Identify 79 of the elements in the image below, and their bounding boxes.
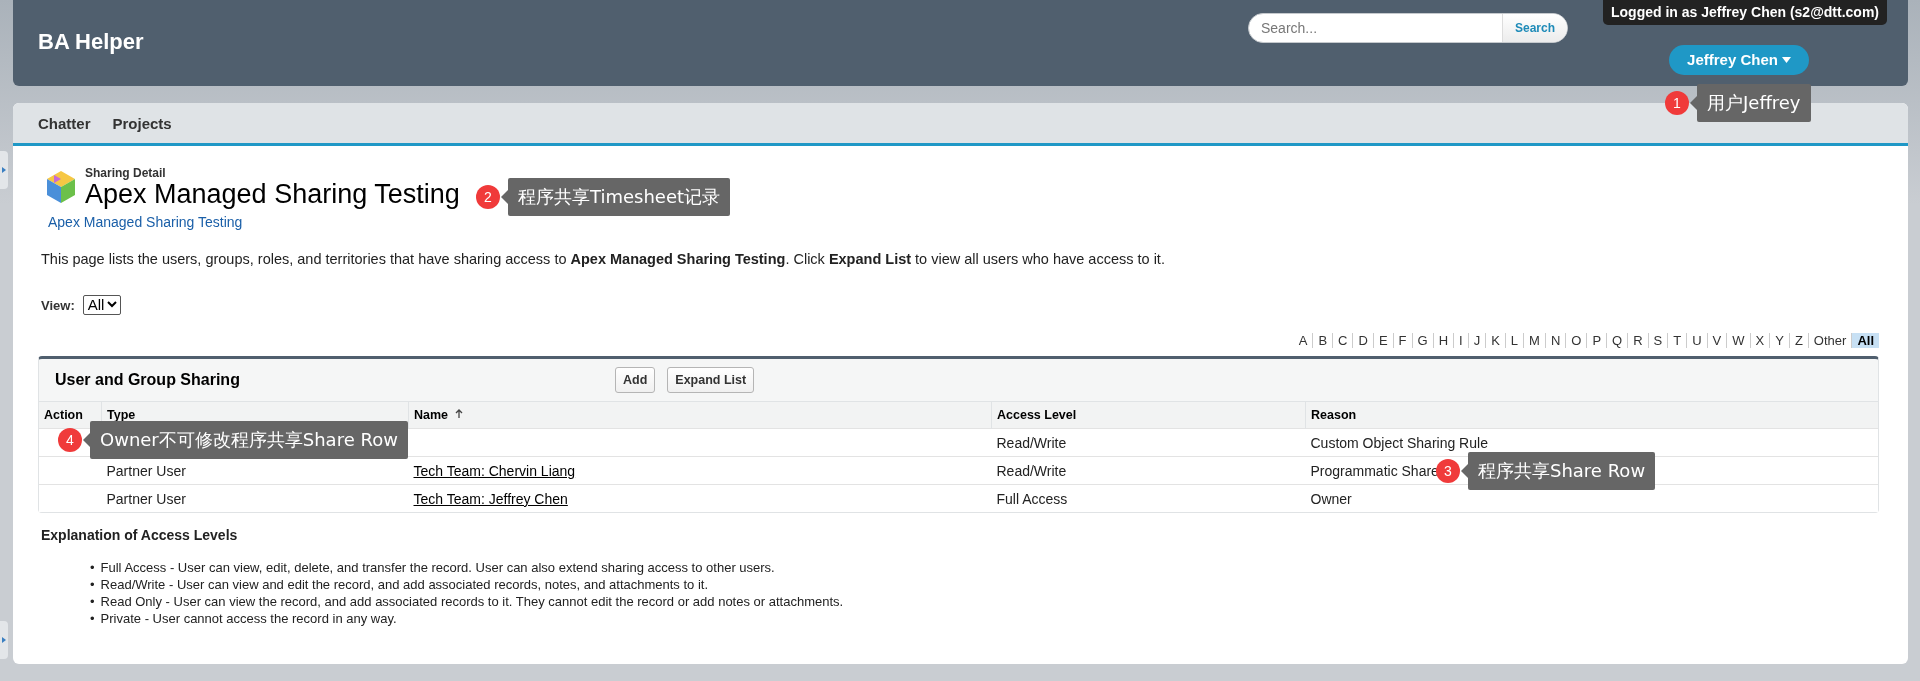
table-cell: Read/Write xyxy=(996,462,1067,479)
caret-icon xyxy=(1781,56,1791,63)
bullet: • xyxy=(90,559,95,577)
letter-filter-link[interactable]: O xyxy=(1565,333,1587,349)
side-handle[interactable] xyxy=(0,151,8,189)
bullet: • xyxy=(90,610,95,628)
app-title: BA Helper xyxy=(38,29,144,55)
letter-filter-link[interactable]: W xyxy=(1726,333,1750,349)
letter-filter-link[interactable]: U xyxy=(1686,333,1707,349)
logged-in-label: Logged in as Jeffrey Chen (s2@dtt.com) xyxy=(1603,0,1887,25)
annotation-tooltip: 程序共享Timesheet记录 xyxy=(508,178,731,216)
letter-filter-link[interactable]: N xyxy=(1544,333,1566,349)
letter-filter-link[interactable]: All xyxy=(1851,333,1879,349)
view-label: View: xyxy=(41,297,75,313)
callout-pointer xyxy=(501,190,508,204)
table-cell: Programmatic Share xyxy=(1310,462,1439,479)
letter-filter-link[interactable]: A xyxy=(1293,333,1313,349)
table-cell: Full Access xyxy=(996,490,1068,507)
explanation-item: Private - User cannot access the record in any way. xyxy=(100,610,397,628)
letter-filter-link[interactable]: H xyxy=(1432,333,1453,349)
annotation-tooltip: 用户Jeffrey xyxy=(1697,84,1811,122)
letter-filter-link[interactable]: G xyxy=(1411,333,1433,349)
letter-filter-link[interactable]: M xyxy=(1523,333,1545,349)
column-header[interactable]: Action xyxy=(39,401,102,429)
table-cell: Read/Write xyxy=(996,434,1067,451)
table-cell: Partner User xyxy=(106,490,186,507)
table-cell: Owner xyxy=(1310,490,1352,507)
letter-filter-link[interactable]: C xyxy=(1332,333,1353,349)
callout-pointer xyxy=(83,433,90,447)
callout-pointer xyxy=(1690,96,1697,110)
explanation-item: Read Only - User can view the record, and add associated records to it. They cannot edit the record or add notes or attachments. xyxy=(100,593,844,611)
letter-filter-link[interactable]: F xyxy=(1392,333,1412,349)
letter-filter-link[interactable]: B xyxy=(1312,333,1333,349)
nav-tab[interactable]: Chatter xyxy=(31,110,98,136)
explanation-item: Read/Write - User can view and edit the record, and add associated records, notes, and attachments to it. xyxy=(100,576,709,594)
search-field[interactable]: Search... Search xyxy=(1248,13,1568,43)
name-link[interactable]: Tech Team: Jeffrey Chen xyxy=(413,490,568,507)
nav-tab[interactable]: Projects xyxy=(105,110,179,136)
letter-filter-link[interactable]: K xyxy=(1485,333,1505,349)
number-badge: 1 xyxy=(1665,91,1689,115)
letter-filter-link[interactable]: V xyxy=(1706,333,1727,349)
explanation-item: Full Access - User can view, edit, delete, and transfer the record. User can also extend sharing access to other users. xyxy=(100,559,775,577)
action-button[interactable]: Add xyxy=(615,367,656,394)
column-header[interactable]: Reason xyxy=(1305,401,1878,429)
letter-filter-link[interactable]: R xyxy=(1627,333,1648,349)
annotation-tooltip: Owner不可修改程序共享Share Row xyxy=(90,421,408,459)
annotation-tooltip: 程序共享Share Row xyxy=(1468,452,1656,490)
letter-filter-link[interactable]: D xyxy=(1352,333,1373,349)
section-title: User and Group Sharing xyxy=(55,371,241,390)
callout-pointer xyxy=(1461,464,1468,478)
bullet: • xyxy=(90,576,95,594)
table-cell: Custom Object Sharing Rule xyxy=(1310,434,1488,451)
view-select[interactable]: All xyxy=(82,295,122,316)
page-type-label: Sharing Detail xyxy=(85,166,167,180)
letter-filter-link[interactable]: Q xyxy=(1606,333,1628,349)
side-handle[interactable] xyxy=(0,621,8,659)
chevron-icon xyxy=(107,301,118,309)
page-title: Apex Managed Sharing Testing xyxy=(85,180,460,209)
search-button[interactable]: Search xyxy=(1501,14,1567,42)
intro-text: This page lists the users, groups, roles, and territories that have sharing access to Apex Managed Sharing Testing. Click Expand List to view all users who have access to it. xyxy=(41,251,1166,268)
name-link[interactable]: Tech Team: Chervin Liang xyxy=(413,462,576,479)
column-header[interactable]: Access Level xyxy=(991,401,1306,429)
record-link[interactable]: Apex Managed Sharing Testing xyxy=(48,214,243,231)
letter-filter-link[interactable]: P xyxy=(1586,333,1607,349)
letter-filter-link[interactable]: E xyxy=(1372,333,1393,349)
letter-filter-link[interactable]: T xyxy=(1667,333,1687,349)
column-header[interactable]: Name xyxy=(408,401,992,429)
cube-icon xyxy=(45,170,77,205)
action-button[interactable]: Expand List xyxy=(667,367,755,394)
letter-filter-link[interactable]: I xyxy=(1453,333,1468,349)
explanation-title: Explanation of Access Levels xyxy=(41,527,239,544)
letter-filter-link[interactable]: J xyxy=(1467,333,1486,349)
letter-filter-link[interactable]: Z xyxy=(1788,333,1808,349)
letter-filter-link[interactable]: L xyxy=(1504,333,1524,349)
bullet: • xyxy=(90,593,95,611)
letter-filter-link[interactable]: Y xyxy=(1769,333,1789,349)
letter-filter-link[interactable]: S xyxy=(1647,333,1668,349)
letter-filter-link[interactable]: X xyxy=(1749,333,1770,349)
table-cell: Partner User xyxy=(106,462,186,479)
